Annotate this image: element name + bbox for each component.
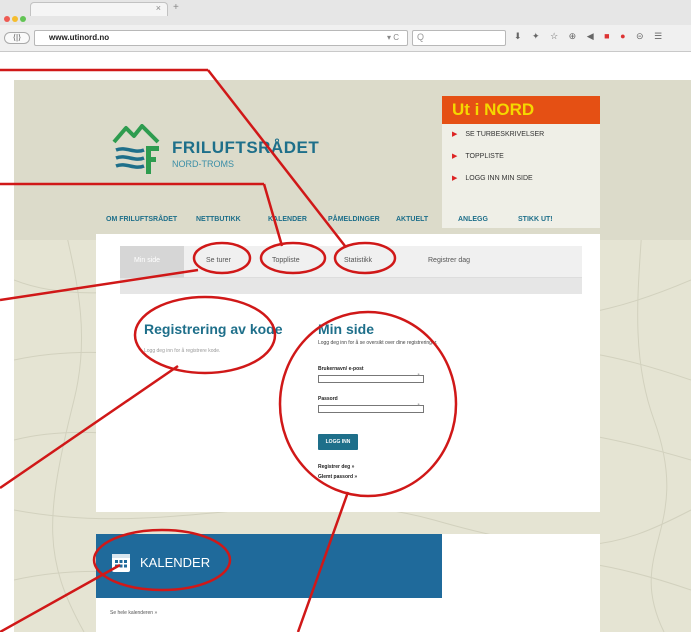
page-tabs: Min side Se turer Toppliste Statistikk R…	[120, 246, 582, 278]
arrow-right-icon: ▶	[452, 175, 458, 182]
menu-item-om-friluftsradet[interactable]: OM FRILUFTSRÅDET	[106, 216, 177, 223]
tab-close-icon[interactable]: ×	[156, 3, 161, 13]
arrow-right-icon: ▶	[452, 131, 458, 138]
password-input[interactable]	[318, 403, 424, 413]
password-label: Passord	[318, 396, 338, 402]
utinord-item-label: TOPPLISTE	[465, 153, 504, 160]
pocket-icon[interactable]: ■	[604, 31, 613, 41]
tab-se-turer[interactable]: Se turer	[206, 257, 231, 264]
ut-i-nord-title[interactable]: Ut i NORD	[442, 96, 600, 124]
kalender-link[interactable]: Se hele kalenderen »	[110, 610, 157, 616]
browser-search-input[interactable]: Q	[412, 30, 506, 46]
username-input[interactable]	[318, 373, 424, 383]
login-button[interactable]: LOGG INN	[318, 434, 358, 450]
minimize-window-icon[interactable]	[12, 16, 18, 22]
tab-toppliste[interactable]: Toppliste	[272, 257, 300, 264]
main-content-card: Min side Se turer Toppliste Statistikk R…	[96, 234, 600, 512]
browser-tab[interactable]: ×	[30, 2, 168, 16]
calendar-icon	[112, 554, 130, 572]
toolbar-icons[interactable]: ⬇ ✦ ☆ ⊕ ◀ ■ ● ⊝ ☰	[514, 31, 666, 42]
registrering-text: Logg deg inn for å registrere kode.	[144, 348, 221, 354]
toolbar-icon-group[interactable]: ⬇ ✦ ☆ ⊕ ◀	[514, 31, 598, 41]
browser-chrome: × + ⟨|⟩ www.utinord.no ▾ C Q ⬇ ✦ ☆ ⊕ ◀ ■…	[0, 0, 691, 52]
minside-text: Logg deg inn for å se oversikt over dine…	[318, 340, 438, 346]
logo-subtitle: NORD-TROMS	[172, 159, 234, 169]
menu-item-stikk-ut[interactable]: STIKK UT!	[518, 216, 553, 223]
menu-item-kalender[interactable]: KALENDER	[268, 216, 307, 223]
registrering-title: Registrering av kode	[144, 321, 283, 337]
username-label: Brukernavn/ e-post	[318, 366, 364, 372]
minside-title: Min side	[318, 321, 375, 337]
utinord-item-turbeskrivelser[interactable]: ▶ SE TURBESKRIVELSER	[442, 124, 600, 146]
menu-item-nettbutikk[interactable]: NETTBUTIKK	[196, 216, 241, 223]
arrow-right-icon: ▶	[452, 153, 458, 160]
web-page: FRILUFTSRÅDET NORD-TROMS Ut i NORD ▶ SE T…	[14, 52, 691, 632]
maximize-window-icon[interactable]	[20, 16, 26, 22]
menu-item-aktuelt[interactable]: AKTUELT	[396, 216, 428, 223]
forgot-password-link[interactable]: Glemt passord »	[318, 474, 357, 480]
main-menu: OM FRILUFTSRÅDET NETTBUTIKK KALENDER PÅM…	[14, 204, 691, 234]
reload-icon[interactable]: ▾ C	[387, 33, 399, 42]
utinord-item-label: LOGG INN MIN SIDE	[465, 175, 533, 182]
browser-toolbar: ⟨|⟩ www.utinord.no ▾ C Q ⬇ ✦ ☆ ⊕ ◀ ■ ● ⊝…	[0, 25, 691, 51]
kalender-body: Se hele kalenderen »	[96, 598, 442, 632]
tab-statistikk[interactable]: Statistikk	[344, 257, 372, 264]
address-bar[interactable]: www.utinord.no ▾ C	[34, 30, 408, 46]
kalender-section: KALENDER Se hele kalenderen »	[96, 534, 600, 632]
tab-label: Min side	[134, 257, 161, 264]
utinord-item-toppliste[interactable]: ▶ TOPPLISTE	[442, 146, 600, 168]
utinord-item-logg-inn[interactable]: ▶ LOGG INN MIN SIDE	[442, 168, 600, 190]
menu-item-anlegg[interactable]: ANLEGG	[458, 216, 488, 223]
sub-tab-bar	[120, 278, 582, 294]
tab-registrer-dag[interactable]: Registrer dag	[428, 257, 470, 264]
register-link[interactable]: Registrer deg »	[318, 464, 354, 470]
close-window-icon[interactable]	[4, 16, 10, 22]
friluftsradet-logo[interactable]: FRILUFTSRÅDET NORD-TROMS	[112, 124, 322, 184]
mountain-waves-icon	[112, 124, 160, 174]
url-text: www.utinord.no	[49, 33, 110, 42]
search-icon: Q	[417, 32, 425, 42]
logo-title: FRILUFTSRÅDET	[172, 138, 320, 157]
tab-min-side[interactable]: Min side	[120, 246, 184, 278]
kalender-header[interactable]: KALENDER	[96, 534, 442, 598]
new-tab-icon[interactable]: +	[173, 2, 179, 13]
stop-icon[interactable]: ●	[620, 31, 629, 41]
utinord-item-label: SE TURBESKRIVELSER	[465, 131, 545, 138]
back-forward-button[interactable]: ⟨|⟩	[4, 32, 30, 44]
kalender-title: KALENDER	[140, 555, 211, 570]
menu-item-pameldinger[interactable]: PÅMELDINGER	[328, 216, 380, 223]
